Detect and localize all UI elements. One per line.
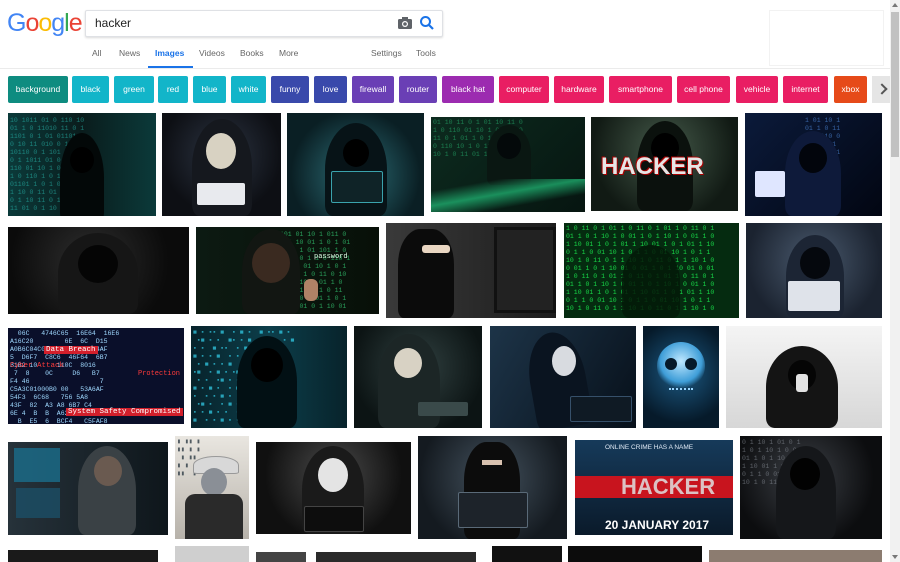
chip[interactable]: hardware [554, 76, 604, 103]
image-result[interactable]: 1 01 10 1 01 1 0 11 1 0 110 0 0 11 0 1 1… [745, 113, 882, 216]
tab-books[interactable]: Books [240, 48, 264, 58]
chip[interactable]: smartphone [609, 76, 672, 103]
image-result[interactable]: 0 1 10 1 01 0 1 1 0 1 10 1 0 01 01 1 0 1… [740, 436, 882, 539]
image-result[interactable] [568, 546, 702, 562]
tab-all[interactable]: All [92, 48, 101, 58]
divider [0, 68, 890, 69]
image-result[interactable] [354, 326, 482, 428]
tab-images[interactable]: Images [155, 48, 184, 58]
search-icon[interactable] [419, 15, 435, 31]
image-result[interactable]: ONLINE CRIME HAS A NAME HACKER 20 JANUAR… [575, 440, 733, 535]
scroll-up-icon[interactable] [892, 3, 898, 7]
image-result[interactable] [709, 550, 882, 562]
logo-letter: e [68, 9, 83, 37]
image-result[interactable]: ▮ ▮▮ ▮ ▮▮ ▮ ▮ ▮ ▮▮ ▮ ▮ ▮▮ ▮▮ ▮ [175, 436, 249, 539]
scrollbar-thumb[interactable] [891, 12, 899, 157]
logo-letter: g [51, 9, 65, 37]
scrollbar[interactable] [890, 0, 900, 562]
image-result[interactable] [256, 552, 306, 562]
image-result[interactable] [643, 326, 719, 428]
chip[interactable]: background [8, 76, 68, 103]
image-result[interactable] [8, 227, 189, 314]
chip[interactable]: router [399, 76, 437, 103]
chip[interactable]: black [72, 76, 109, 103]
image-caption: 20 JANUARY 2017 [605, 518, 710, 532]
image-caption: HACKER [601, 153, 704, 180]
image-result[interactable]: 101 01 10 1 011 0 0 1 10 01 1 0 1 01 11 … [196, 227, 379, 314]
search-input[interactable] [93, 15, 377, 31]
logo-letter: o [25, 9, 39, 37]
chip[interactable]: green [114, 76, 154, 103]
account-area [769, 10, 884, 66]
image-caption: Data Breach [44, 346, 98, 354]
tab-tools[interactable]: Tools [416, 48, 436, 58]
chip[interactable]: firewall [352, 76, 394, 103]
image-result[interactable] [490, 326, 636, 428]
chip[interactable]: internet [783, 76, 828, 103]
chevron-right-icon[interactable] [872, 76, 890, 103]
image-caption: password [314, 253, 348, 261]
tab-news[interactable]: News [119, 48, 140, 58]
search-box[interactable] [85, 10, 443, 37]
image-caption: HACKER [621, 474, 716, 499]
chip[interactable]: xbox [834, 76, 867, 103]
scroll-down-icon[interactable] [892, 555, 898, 559]
image-result[interactable]: 1 0 11 0 1 01 1 0 11 0 1 01 1 0 11 0 1 0… [564, 223, 739, 318]
image-result[interactable]: 06C 4746C65 16E64 16E6 A16C20 6E 6C D15 … [8, 328, 184, 424]
tab-settings[interactable]: Settings [371, 48, 402, 58]
chip[interactable]: red [158, 76, 188, 103]
google-logo[interactable]: Google [7, 9, 83, 38]
image-caption: System Safety Compromised [66, 408, 183, 416]
image-result[interactable] [8, 550, 158, 562]
image-caption: Cyber Attack [10, 362, 65, 370]
camera-icon[interactable] [397, 16, 413, 30]
chip[interactable]: black hat [442, 76, 494, 103]
image-result[interactable] [256, 442, 411, 534]
image-result[interactable] [162, 113, 281, 216]
image-result[interactable] [418, 436, 567, 539]
image-result[interactable] [175, 546, 249, 562]
chip[interactable]: vehicle [736, 76, 778, 103]
logo-letter: o [38, 9, 52, 37]
image-result[interactable]: 10 1011 01 0 110 10 01 1 0 11010 11 0 1 … [8, 113, 156, 216]
image-result[interactable] [746, 223, 882, 318]
tab-videos[interactable]: Videos [199, 48, 225, 58]
image-result[interactable]: 01 10 11 0 1 01 10 11 0 1 0 110 01 10 1 … [431, 117, 585, 212]
image-caption: Protection [138, 370, 181, 378]
image-result[interactable] [492, 546, 562, 562]
chip[interactable]: computer [499, 76, 549, 103]
image-result[interactable]: HACKER [591, 117, 738, 211]
chip[interactable]: funny [271, 76, 309, 103]
image-result[interactable] [726, 326, 882, 428]
logo-letter: G [7, 9, 26, 37]
image-result[interactable] [8, 442, 168, 535]
tab-more[interactable]: More [279, 48, 298, 58]
chip[interactable]: blue [193, 76, 226, 103]
chip[interactable]: love [314, 76, 347, 103]
chip[interactable]: white [231, 76, 266, 103]
image-result[interactable] [316, 552, 476, 562]
image-result[interactable] [287, 113, 424, 216]
image-caption: ONLINE CRIME HAS A NAME [605, 444, 694, 451]
chip[interactable]: cell phone [677, 76, 730, 103]
image-result[interactable] [386, 223, 556, 318]
image-result[interactable]: ■ ▪ ▪▪ ■ ▪ ■ ▪ ■ ▪▪ ■ ▪ ▪■ ▪ ▪ ■▪ ▪ ■ ▪ … [191, 326, 347, 428]
